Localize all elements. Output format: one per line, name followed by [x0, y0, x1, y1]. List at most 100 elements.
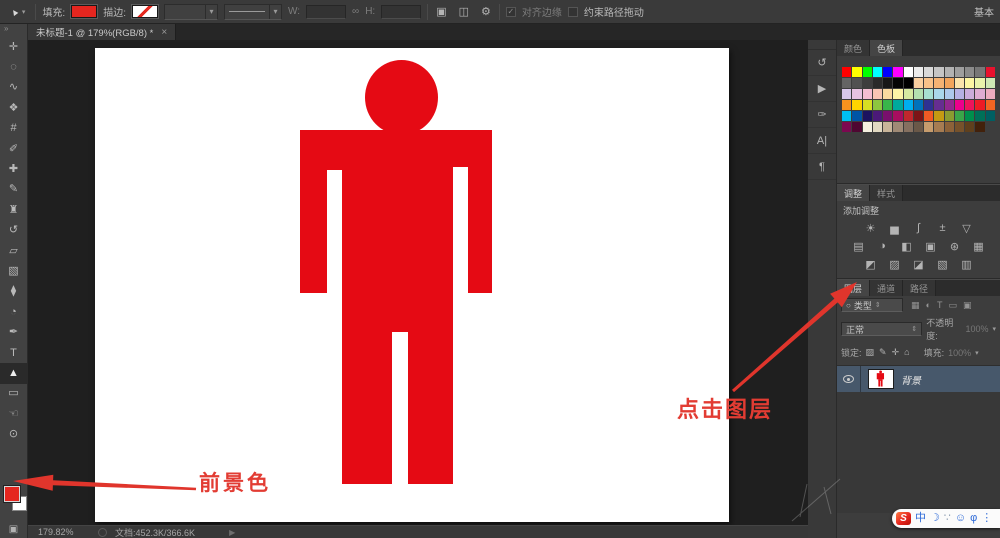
color-swatch[interactable] [924, 78, 933, 88]
color-swatch[interactable] [975, 122, 984, 132]
lock-pixels-icon[interactable]: ✎ [879, 347, 887, 358]
character-panel-icon[interactable]: A| [808, 128, 836, 154]
color-swatch[interactable] [873, 100, 882, 110]
tool-hand-icon[interactable]: ☜ [0, 404, 27, 424]
color-swatch[interactable] [945, 67, 954, 77]
color-swatch[interactable] [945, 89, 954, 99]
curves-icon[interactable]: ∫ [911, 221, 926, 235]
stroke-width-dropdown[interactable]: ▾ [164, 4, 218, 20]
color-swatch[interactable] [852, 78, 861, 88]
color-swatch[interactable] [904, 78, 913, 88]
color-swatch[interactable] [873, 89, 882, 99]
color-swatch[interactable] [955, 89, 964, 99]
color-swatch[interactable] [873, 122, 882, 132]
color-swatch[interactable] [914, 111, 923, 121]
posterize-icon[interactable]: ▨ [887, 257, 902, 271]
color-swatch[interactable] [904, 100, 913, 110]
black-white-icon[interactable]: ◧ [899, 239, 914, 253]
color-swatch[interactable] [945, 111, 954, 121]
language-icon[interactable]: 中 [915, 513, 926, 524]
history-panel-icon[interactable]: ↺ [808, 50, 836, 76]
tool-presets-panel-icon[interactable]: ✑ [808, 102, 836, 128]
color-swatch[interactable] [914, 100, 923, 110]
filter-adjustment-icon[interactable]: ◐ [926, 300, 931, 311]
color-swatch[interactable] [955, 67, 964, 77]
color-swatch[interactable] [863, 89, 872, 99]
color-swatch[interactable] [934, 78, 943, 88]
color-swatch[interactable] [852, 122, 861, 132]
tool-pen-icon[interactable]: ✒ [0, 322, 27, 342]
foreground-color-swatch[interactable] [4, 486, 20, 502]
photo-filter-icon[interactable]: ▣ [923, 239, 938, 253]
color-swatch[interactable] [965, 122, 974, 132]
tool-rectangle-shape-icon[interactable]: ▭ [0, 384, 27, 404]
tab-channels[interactable]: 通道 [870, 280, 903, 296]
color-swatch[interactable] [863, 67, 872, 77]
color-swatch[interactable] [955, 111, 964, 121]
color-swatch[interactable] [975, 111, 984, 121]
color-swatch[interactable] [863, 100, 872, 110]
ink-dots-icon[interactable]: ∵ [944, 513, 951, 524]
emoji-icon[interactable]: ☺ [955, 513, 966, 524]
color-swatch[interactable] [945, 100, 954, 110]
layer-row-background[interactable]: 背景 [837, 366, 1000, 392]
tool-marquee-icon[interactable]: ◌ [0, 57, 27, 77]
tool-lasso-icon[interactable]: ∿ [0, 78, 27, 98]
color-swatch[interactable] [975, 78, 984, 88]
color-swatch[interactable] [883, 78, 892, 88]
dock-header[interactable] [808, 40, 836, 50]
color-swatch[interactable] [955, 100, 964, 110]
color-swatch[interactable] [904, 67, 913, 77]
color-swatch[interactable] [893, 100, 902, 110]
document-canvas[interactable] [95, 48, 729, 522]
color-swatch[interactable] [883, 89, 892, 99]
color-swatch[interactable] [904, 122, 913, 132]
stroke-color-swatch[interactable] [132, 5, 158, 18]
layer-fill-value[interactable]: 100% [948, 348, 971, 358]
new-layer-shape-icon[interactable]: ▣ [434, 5, 448, 18]
gradient-map-icon[interactable]: ▧ [935, 257, 950, 271]
color-swatch[interactable] [852, 67, 861, 77]
tool-eyedropper-icon[interactable]: ✐ [0, 139, 27, 159]
color-swatch[interactable] [842, 111, 851, 121]
collapse-toolbar-button[interactable]: » [0, 24, 27, 37]
status-options-arrow[interactable]: ▶ [229, 528, 235, 537]
tab-styles[interactable]: 样式 [870, 185, 903, 201]
color-swatch[interactable] [904, 111, 913, 121]
color-lookup-icon[interactable]: ▦ [971, 239, 986, 253]
tool-preset-button[interactable]: ▲ ▾ [6, 7, 29, 17]
color-swatch[interactable] [934, 89, 943, 99]
align-edges-checkbox[interactable]: ✓ [506, 7, 516, 17]
color-swatch[interactable] [842, 122, 851, 132]
color-swatch[interactable] [975, 100, 984, 110]
color-swatch[interactable] [924, 67, 933, 77]
color-swatch[interactable] [986, 67, 995, 77]
color-swatch[interactable] [863, 122, 872, 132]
color-swatch[interactable] [934, 67, 943, 77]
selective-color-icon[interactable]: ▥ [959, 257, 974, 271]
close-tab-icon[interactable]: × [161, 27, 167, 38]
exposure-icon[interactable]: ± [935, 221, 950, 235]
tool-quick-selection-icon[interactable]: ❖ [0, 98, 27, 118]
tool-crop-icon[interactable]: # [0, 119, 27, 139]
width-input[interactable] [306, 5, 346, 19]
vibrance-icon[interactable]: ▽ [959, 221, 974, 235]
tool-eraser-icon[interactable]: ▱ [0, 241, 27, 261]
hue-saturation-icon[interactable]: ▤ [851, 239, 866, 253]
color-swatch[interactable] [842, 89, 851, 99]
color-swatch[interactable] [863, 78, 872, 88]
paragraph-panel-icon[interactable]: ¶ [808, 154, 836, 180]
color-swatch[interactable] [842, 100, 851, 110]
color-balance-icon[interactable]: ◑ [875, 239, 890, 253]
tool-healing-brush-icon[interactable]: ✚ [0, 159, 27, 179]
color-swatch[interactable] [924, 122, 933, 132]
tab-layers[interactable]: 图层 [837, 280, 870, 296]
color-swatch[interactable] [883, 100, 892, 110]
tab-paths[interactable]: 路径 [903, 280, 936, 296]
fill-color-swatch[interactable] [71, 5, 97, 18]
color-swatch[interactable] [914, 67, 923, 77]
tool-gradient-icon[interactable]: ▧ [0, 261, 27, 281]
lock-position-icon[interactable]: ✛ [892, 347, 900, 358]
color-swatch[interactable] [873, 67, 882, 77]
color-swatch[interactable] [934, 100, 943, 110]
